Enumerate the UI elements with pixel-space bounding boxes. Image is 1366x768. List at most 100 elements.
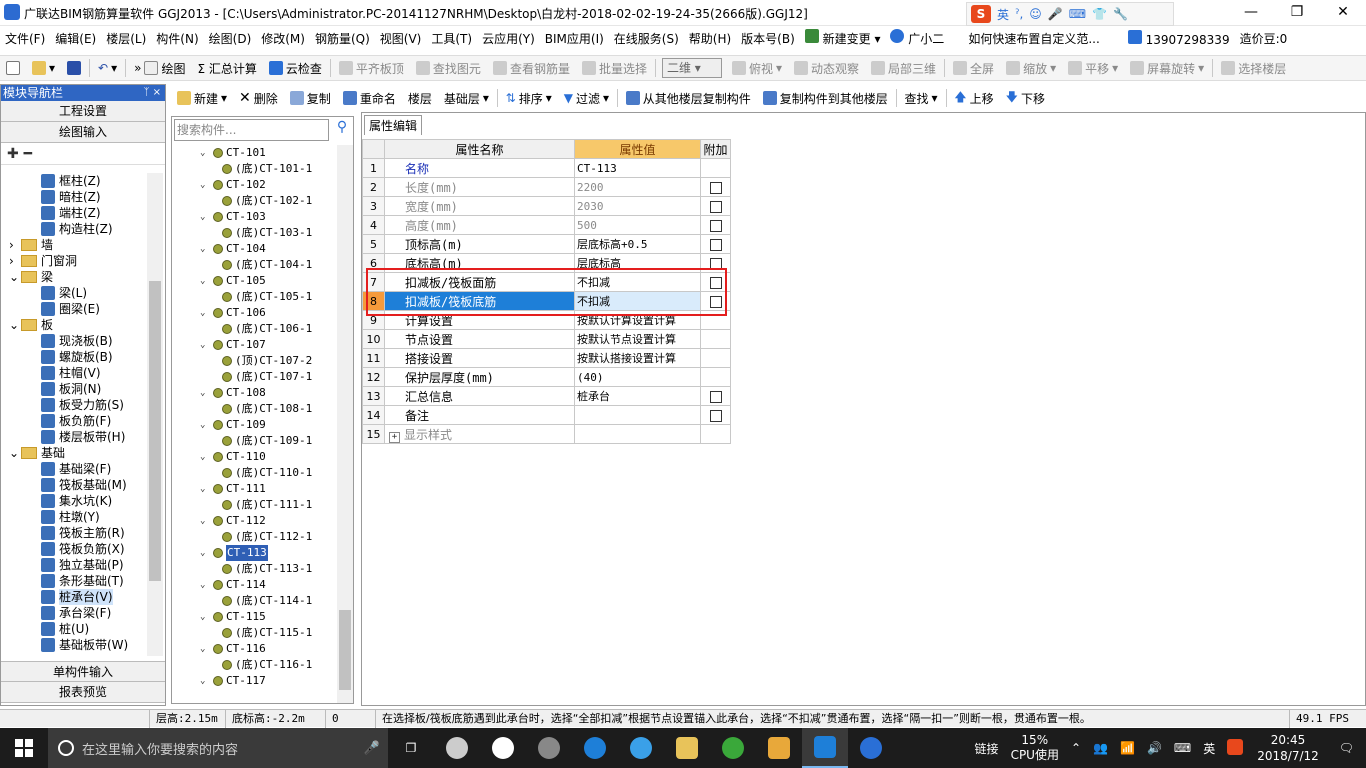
property-row[interactable]: 5 顶标高(m) 层底标高+0.5 <box>362 234 731 254</box>
property-value[interactable]: (40) <box>574 367 701 387</box>
menu-draw[interactable]: 绘图(D) <box>204 30 257 47</box>
component-item[interactable]: ⌄ CT-102 <box>200 177 266 193</box>
extra-checkbox[interactable] <box>709 257 722 270</box>
batch-select-button[interactable]: 批量选择 <box>576 60 653 77</box>
menu-rebar[interactable]: 钢筋量(Q) <box>310 30 375 47</box>
menu-version[interactable]: 版本号(B) <box>736 30 800 47</box>
nav-item[interactable]: 圈梁(E) <box>41 301 100 317</box>
ime-toolbar[interactable]: S 英 ˀ, ☺ 🎤 ⌨ 👕 🔧 <box>966 2 1174 26</box>
nav-folder[interactable]: ⌄ 板 <box>9 317 53 333</box>
nav-item[interactable]: 螺旋板(B) <box>41 349 113 365</box>
sub-component-item[interactable]: (底)CT-112-1 <box>222 529 312 545</box>
nav-item[interactable]: 独立基础(P) <box>41 557 124 573</box>
sub-component-item[interactable]: (底)CT-106-1 <box>222 321 312 337</box>
property-row[interactable]: 4 高度(mm) 500 <box>362 215 731 235</box>
property-row[interactable]: 3 宽度(mm) 2030 <box>362 196 731 216</box>
copy-component-button[interactable]: 复制 <box>284 90 337 107</box>
restore-button[interactable]: ❐ <box>1274 0 1320 26</box>
nav-item[interactable]: 承台梁(F) <box>41 605 111 621</box>
tab-property-edit[interactable]: 属性编辑 <box>364 115 423 135</box>
copy-to-floor-button[interactable]: 复制构件到其他楼层 <box>757 90 894 107</box>
start-button[interactable] <box>0 728 48 768</box>
component-item[interactable]: ⌄ CT-105 <box>200 273 266 289</box>
component-scrollbar[interactable] <box>337 145 353 703</box>
property-row[interactable]: 11 搭接设置 按默认搭接设置计算 <box>362 348 731 368</box>
sub-component-item[interactable]: (底)CT-101-1 <box>222 161 312 177</box>
emoji-icon[interactable]: ☺ <box>1029 7 1042 21</box>
menu-view[interactable]: 视图(V) <box>375 30 427 47</box>
sub-component-item[interactable]: (底)CT-105-1 <box>222 289 312 305</box>
new-change-button[interactable]: 新建变更 ▾ <box>800 29 886 47</box>
sub-component-item[interactable]: (底)CT-103-1 <box>222 225 312 241</box>
sub-component-item[interactable]: (底)CT-102-1 <box>222 193 312 209</box>
local-3d-button[interactable]: 局部三维 <box>865 60 942 77</box>
menu-file[interactable]: 文件(F) <box>0 30 50 47</box>
component-item[interactable]: ⌄ CT-117 <box>200 673 266 689</box>
chevron-down-icon[interactable]: ⌄ <box>200 177 210 193</box>
notification-icon[interactable]: 🗨 <box>1327 741 1366 755</box>
clock[interactable]: 20:45 2018/7/12 <box>1249 732 1327 764</box>
extra-checkbox[interactable] <box>709 276 722 289</box>
draw-button[interactable]: » 绘图 <box>128 60 191 77</box>
dynamic-view-button[interactable]: 动态观察 <box>788 60 865 77</box>
nav-item[interactable]: 条形基础(T) <box>41 573 124 589</box>
move-up-button[interactable]: 🡅 上移 <box>948 88 999 109</box>
component-item[interactable]: ⌄ CT-111 <box>200 481 266 497</box>
expand-collapse-icon[interactable]: ✚ ━ <box>1 143 165 165</box>
property-row[interactable]: 14 备注 <box>362 405 731 425</box>
nav-item[interactable]: 筏板负筋(X) <box>41 541 125 557</box>
component-item[interactable]: ⌄ CT-115 <box>200 609 266 625</box>
nav-folder[interactable]: ⌄ 梁 <box>9 269 53 285</box>
component-item[interactable]: ⌄ CT-109 <box>200 417 266 433</box>
property-row[interactable]: 9 计算设置 按默认计算设置计算 <box>362 310 731 330</box>
move-down-button[interactable]: 🡇 下移 <box>1000 88 1051 109</box>
component-item[interactable]: ⌄ CT-112 <box>200 513 266 529</box>
property-value[interactable]: 2030 <box>574 196 701 216</box>
nav-item[interactable]: 暗柱(Z) <box>41 189 101 205</box>
extra-checkbox[interactable] <box>709 295 722 308</box>
align-top-button[interactable]: 平齐板顶 <box>333 60 410 77</box>
taskbar-app-fan[interactable] <box>434 728 480 768</box>
taskbar-app-ie[interactable] <box>480 728 526 768</box>
property-value[interactable]: 层底标高 <box>574 253 701 273</box>
rotate-button[interactable]: 屏幕旋转 ▾ <box>1124 60 1210 77</box>
nav-item[interactable]: 板洞(N) <box>41 381 101 397</box>
nav-item[interactable]: 基础梁(F) <box>41 461 111 477</box>
property-value[interactable]: 按默认搭接设置计算 <box>574 348 701 368</box>
expander-icon[interactable]: ⌄ <box>9 269 19 285</box>
taskbar-search[interactable]: 在这里输入你要搜索的内容 🎤 <box>48 728 388 768</box>
nav-item[interactable]: 现浇板(B) <box>41 333 113 349</box>
view-mode-select[interactable]: 二维 ▾ <box>661 58 722 78</box>
component-item[interactable]: ⌄ CT-114 <box>200 577 266 593</box>
scroll-thumb[interactable] <box>149 281 161 581</box>
zoom-button[interactable]: 缩放 ▾ <box>1000 60 1062 77</box>
close-button[interactable]: ✕ <box>1320 0 1366 26</box>
nav-scrollbar[interactable] <box>147 173 163 656</box>
copy-from-floor-button[interactable]: 从其他楼层复制构件 <box>620 90 757 107</box>
menu-modify[interactable]: 修改(M) <box>256 30 310 47</box>
nav-item[interactable]: 集水坑(K) <box>41 493 112 509</box>
sum-calc-button[interactable]: Σ 汇总计算 <box>191 60 262 77</box>
property-row[interactable]: 13 汇总信息 桩承台 <box>362 386 731 406</box>
find-element-button[interactable]: 查找图元 <box>410 60 487 77</box>
extra-checkbox[interactable] <box>709 181 722 194</box>
extra-checkbox[interactable] <box>709 238 722 251</box>
menu-tools[interactable]: 工具(T) <box>426 30 477 47</box>
single-input-button[interactable]: 单构件输入 <box>1 661 165 682</box>
component-item[interactable]: ⌄ CT-108 <box>200 385 266 401</box>
expander-icon[interactable]: › <box>9 253 17 269</box>
chevron-down-icon[interactable]: ⌄ <box>200 385 210 401</box>
nav-item[interactable]: 端柱(Z) <box>41 205 101 221</box>
property-value[interactable]: 500 <box>574 215 701 235</box>
menu-bim[interactable]: BIM应用(I) <box>540 30 609 47</box>
skin-icon[interactable]: 👕 <box>1092 7 1107 21</box>
sub-component-item[interactable]: (底)CT-116-1 <box>222 657 312 673</box>
property-value[interactable]: 桩承台 <box>574 386 701 406</box>
property-value[interactable] <box>574 405 701 425</box>
property-row[interactable]: 2 长度(mm) 2200 <box>362 177 731 197</box>
chevron-down-icon[interactable]: ⌄ <box>200 241 210 257</box>
component-search-input[interactable]: 搜索构件... <box>174 119 329 141</box>
sort-button[interactable]: ⇅ 排序 ▾ <box>500 90 558 107</box>
open-file-button[interactable]: ▾ <box>26 61 61 75</box>
search-icon[interactable]: ⚲ <box>332 119 352 141</box>
